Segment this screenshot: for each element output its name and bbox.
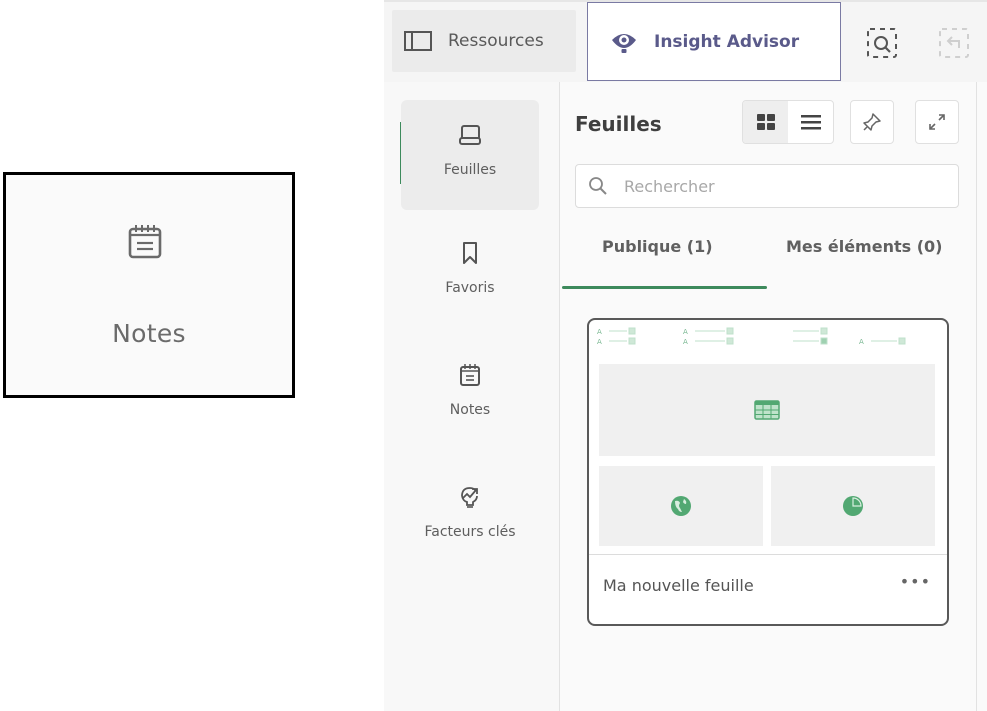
sidebar-item-label: Facteurs clés: [424, 524, 516, 540]
table-icon: [754, 400, 780, 420]
notes-calendar-icon: [128, 225, 162, 259]
insight-advisor-label: Insight Advisor: [654, 31, 800, 52]
panel-title: Feuilles: [575, 112, 662, 136]
sheets-panel: Feuilles Rechercher Publique (1) Mes élé…: [560, 82, 976, 711]
smart-search-icon[interactable]: [865, 26, 899, 60]
step-back-icon[interactable]: [937, 26, 971, 60]
pin-icon: [863, 113, 881, 131]
search-input[interactable]: [622, 175, 946, 197]
grid-view-button[interactable]: [743, 101, 788, 143]
grid-icon: [756, 114, 775, 130]
visibility-tabs: Publique (1) Mes éléments (0): [560, 227, 976, 289]
search-box: [575, 164, 959, 208]
assets-sidebar: Feuilles Favoris Notes Facteurs clés: [384, 82, 560, 711]
pie-chart-icon: [843, 496, 863, 516]
sheet-name: Ma nouvelle feuille: [603, 576, 754, 595]
more-options-button[interactable]: •••: [900, 572, 931, 591]
lightbulb-eye-icon: [612, 33, 636, 53]
search-icon: [589, 177, 607, 195]
key-drivers-icon: [461, 487, 478, 508]
notes-icon: [460, 364, 480, 386]
list-icon: [800, 115, 821, 130]
tab-mes-elements[interactable]: Mes éléments (0): [786, 237, 942, 256]
sidebar-item-facteurs-cles[interactable]: Facteurs clés: [401, 462, 539, 572]
top-toolbar: Ressources Insight Advisor: [384, 0, 987, 82]
resources-button[interactable]: Ressources: [392, 10, 576, 72]
sheet-card[interactable]: A A A A A Ma nouvelle feuille •••: [587, 318, 949, 626]
tab-publique[interactable]: Publique (1): [602, 237, 713, 256]
svg-text:A: A: [683, 328, 688, 336]
pin-button[interactable]: [850, 100, 894, 144]
list-view-button[interactable]: [788, 101, 833, 143]
sidebar-item-feuilles[interactable]: Feuilles: [401, 100, 539, 210]
notes-callout-label: Notes: [112, 319, 186, 348]
map-thumbnail: [599, 466, 763, 546]
expand-icon: [929, 114, 945, 130]
bookmark-icon: [463, 242, 477, 264]
notes-zoom-callout: Notes: [3, 172, 295, 398]
sidebar-item-notes[interactable]: Notes: [401, 340, 539, 450]
qlik-assets-panel: Ressources Insight Advisor Feuilles Favo…: [384, 0, 987, 711]
svg-text:A: A: [859, 338, 864, 346]
svg-text:A: A: [683, 338, 688, 346]
view-mode-toggle: [742, 100, 834, 144]
svg-text:A: A: [597, 328, 602, 336]
sidebar-item-label: Notes: [449, 402, 491, 418]
sheet-icon: [459, 125, 481, 145]
pie-chart-thumbnail: [771, 466, 935, 546]
right-edge-divider: [976, 82, 977, 711]
svg-text:A: A: [597, 338, 602, 346]
filter-pane-thumbnail: A A A A A: [597, 327, 906, 346]
table-thumbnail: [599, 364, 935, 456]
resources-label: Ressources: [448, 31, 544, 51]
sidebar-item-label: Feuilles: [443, 162, 497, 178]
insight-advisor-button[interactable]: Insight Advisor: [587, 2, 841, 81]
expand-button[interactable]: [915, 100, 959, 144]
sidebar-item-label: Favoris: [445, 280, 495, 296]
sidebar-item-favoris[interactable]: Favoris: [401, 218, 539, 328]
panel-icon: [404, 31, 432, 51]
card-divider: [589, 554, 947, 555]
globe-icon: [671, 496, 691, 516]
active-tab-underline: [562, 286, 767, 289]
